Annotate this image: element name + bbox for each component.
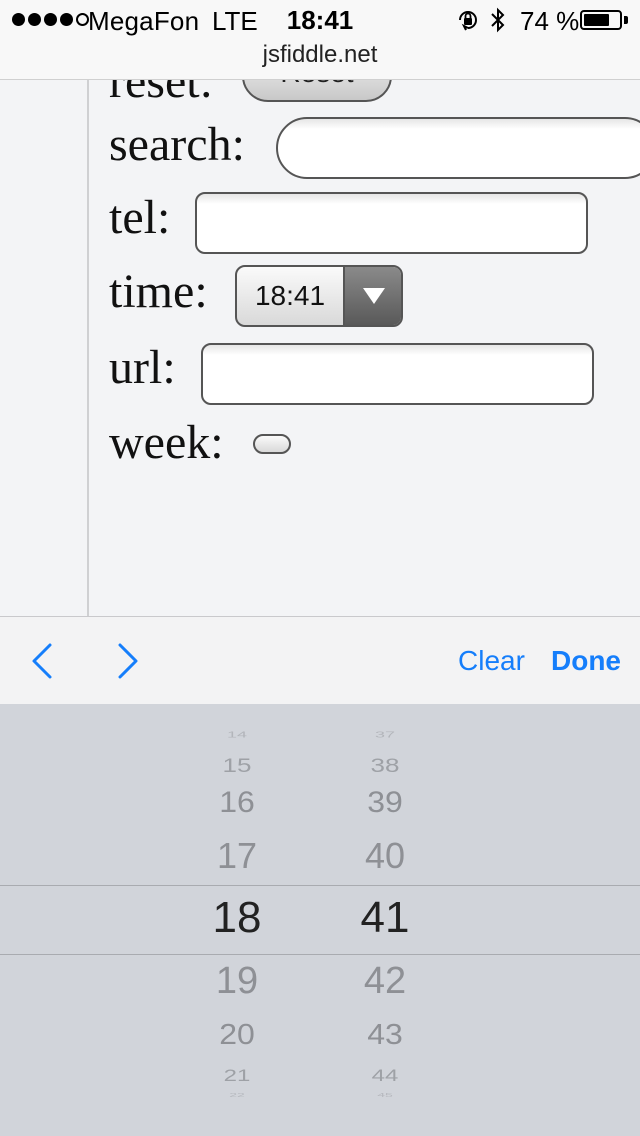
time-label: time: <box>109 265 208 318</box>
minute-option-42[interactable]: 42 <box>325 962 445 1000</box>
editor-gutter-divider <box>87 80 89 616</box>
reset-row: reset: <box>109 80 213 110</box>
search-input[interactable] <box>276 117 640 179</box>
week-input[interactable] <box>253 434 291 454</box>
url-row: url: <box>109 340 176 396</box>
tel-input[interactable] <box>195 192 588 254</box>
hour-option-20[interactable]: 20 <box>177 1020 297 1049</box>
tel-row: tel: <box>109 190 170 246</box>
hour-option-16[interactable]: 16 <box>177 787 297 816</box>
battery-level <box>584 14 609 26</box>
minute-option-40[interactable]: 40 <box>325 838 445 874</box>
week-label: week: <box>109 416 224 469</box>
picker-selection-band <box>0 885 640 955</box>
hour-option-19[interactable]: 19 <box>177 962 297 1000</box>
chevron-left-icon[interactable] <box>28 641 58 681</box>
phone-screen: MegaFon LTE 18:41 74 % jsfiddle.net rese… <box>0 0 640 1136</box>
minute-option-45[interactable]: 45 <box>325 1092 445 1098</box>
search-label: search: <box>109 118 245 171</box>
keyboard-accessory-bar: Clear Done <box>0 616 640 704</box>
bluetooth-icon <box>491 7 505 33</box>
battery-percent: 74 % <box>520 6 580 36</box>
week-row: week: <box>109 415 224 471</box>
status-bar: MegaFon LTE 18:41 74 % <box>0 0 640 40</box>
time-row: time: <box>109 264 208 320</box>
minute-option-44[interactable]: 44 <box>325 1067 445 1085</box>
time-input-value: 18:41 <box>254 280 326 311</box>
battery-cap <box>624 16 628 24</box>
search-row: search: <box>109 117 245 173</box>
hour-option-21[interactable]: 21 <box>177 1067 297 1085</box>
chevron-right-icon[interactable] <box>112 641 142 681</box>
hour-option-15[interactable]: 15 <box>177 755 297 775</box>
hour-option-22[interactable]: 22 <box>177 1092 297 1098</box>
triangle-down-icon <box>363 288 385 304</box>
minute-option-39[interactable]: 39 <box>325 787 445 816</box>
orientation-lock-icon <box>459 11 477 31</box>
time-picker: 14 15 16 17 18 19 20 21 22 37 38 39 40 41 42 43 44 45 <box>0 704 640 1136</box>
address-url: jsfiddle.net <box>262 41 378 68</box>
time-dropdown-button[interactable] <box>343 267 401 325</box>
minute-wheel[interactable]: 37 38 39 40 41 42 43 44 45 <box>325 704 445 1136</box>
battery-icon <box>580 10 622 30</box>
tel-label: tel: <box>109 191 171 244</box>
hour-option-14[interactable]: 14 <box>177 731 297 739</box>
clear-button[interactable]: Clear <box>458 645 525 677</box>
minute-option-38[interactable]: 38 <box>325 755 445 775</box>
done-button[interactable]: Done <box>551 645 621 677</box>
time-input[interactable]: 18:41 <box>235 265 403 327</box>
reset-button[interactable]: Reset <box>242 80 392 102</box>
hour-option-18[interactable]: 18 <box>177 896 297 940</box>
hour-option-17[interactable]: 17 <box>177 838 297 874</box>
minute-option-43[interactable]: 43 <box>325 1020 445 1049</box>
url-label: url: <box>109 341 176 394</box>
address-bar[interactable]: jsfiddle.net <box>0 40 640 80</box>
hour-wheel[interactable]: 14 15 16 17 18 19 20 21 22 <box>177 704 297 1136</box>
minute-option-41[interactable]: 41 <box>325 896 445 940</box>
reset-label: reset: <box>109 80 213 108</box>
url-input[interactable] <box>201 343 594 405</box>
web-content: reset: Reset search: tel: time: 18:41 ur… <box>0 80 640 616</box>
minute-option-37[interactable]: 37 <box>325 731 445 739</box>
